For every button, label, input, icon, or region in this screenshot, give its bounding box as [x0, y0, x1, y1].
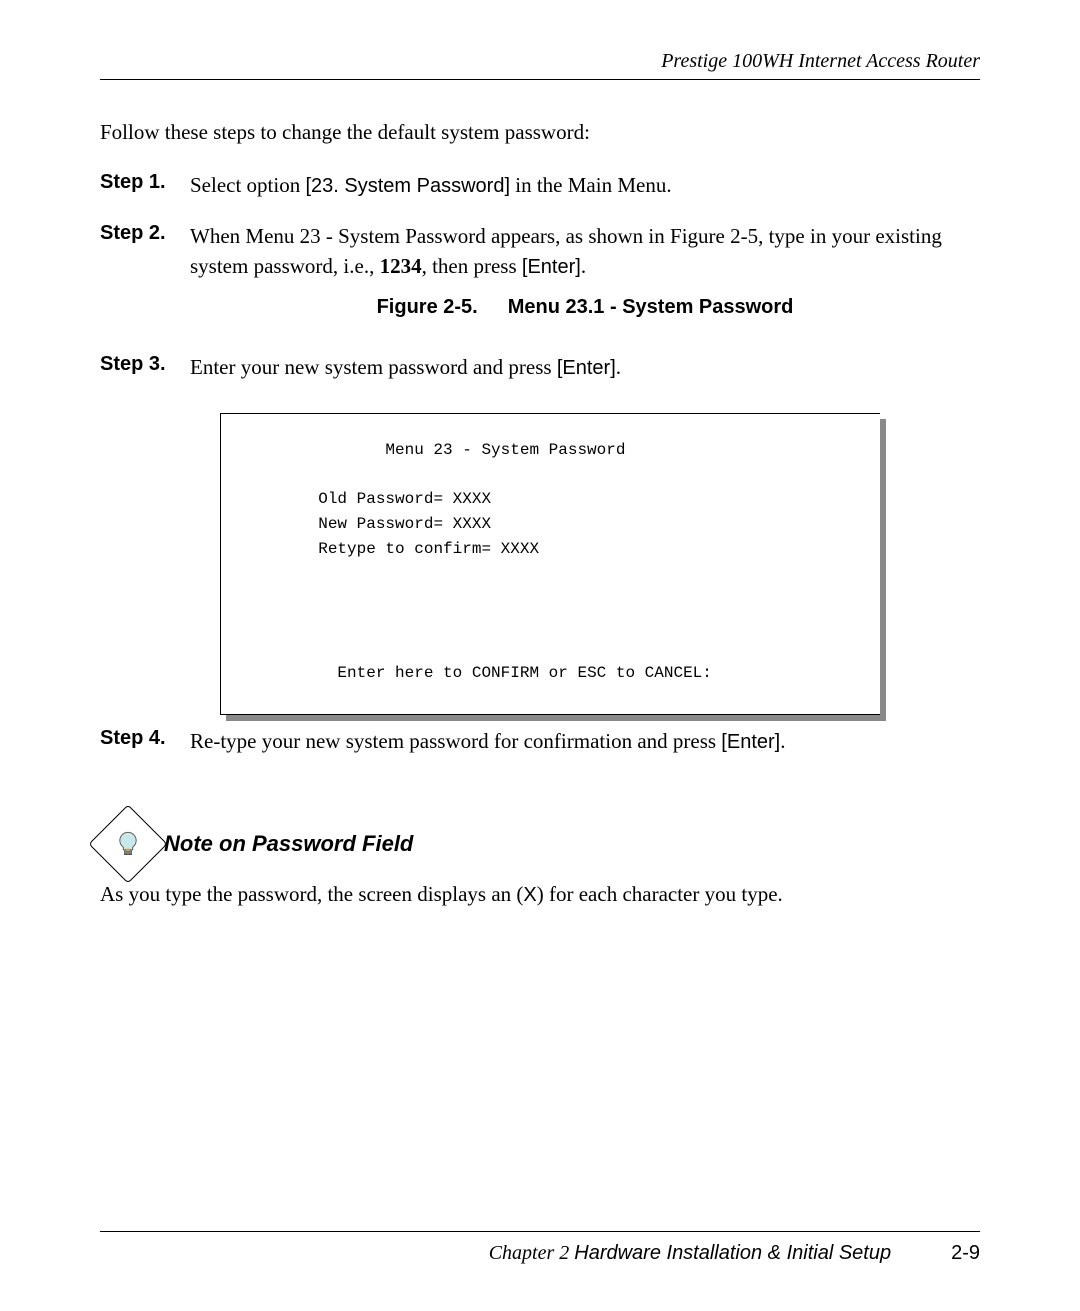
- step-body: Enter your new system password and press…: [190, 353, 980, 382]
- step-body: Re-type your new system password for con…: [190, 727, 980, 756]
- step-label: Step 2.: [100, 222, 190, 245]
- step-1: Step 1. Select option [23. System Passwo…: [100, 171, 980, 200]
- step-4: Step 4. Re-type your new system password…: [100, 727, 980, 756]
- step-3: Step 3. Enter your new system password a…: [100, 353, 980, 382]
- step-label: Step 3.: [100, 353, 190, 376]
- header-title: Prestige 100WH Internet Access Router: [661, 50, 980, 72]
- terminal-screen: Menu 23 - System Password Old Password= …: [220, 413, 880, 715]
- note-title: Note on Password Field: [164, 831, 413, 857]
- enter-key: [Enter]: [522, 256, 581, 278]
- step-body: Select option [23. System Password] in t…: [190, 171, 980, 200]
- terminal-old-password: Old Password= XXXX: [318, 490, 491, 508]
- note-text: As you type the password, the screen dis…: [100, 882, 980, 907]
- note-header: Note on Password Field: [100, 816, 980, 872]
- enter-key: [Enter]: [721, 731, 780, 753]
- figure-number: Figure 2-5.: [377, 296, 478, 318]
- page-footer: Chapter 2 Hardware Installation & Initia…: [100, 1231, 980, 1265]
- terminal-retype: Retype to confirm= XXXX: [318, 540, 539, 558]
- terminal-prompt: Enter here to CONFIRM or ESC to CANCEL:: [337, 664, 711, 682]
- figure-title: Menu 23.1 - System Password: [508, 296, 794, 318]
- x-char: X: [523, 884, 536, 906]
- footer-chapter-title: Hardware Installation & Initial Setup: [574, 1242, 891, 1264]
- enter-key: [Enter]: [557, 357, 616, 379]
- terminal-title: Menu 23 - System Password: [385, 441, 625, 459]
- intro-text: Follow these steps to change the default…: [100, 120, 980, 145]
- step-label: Step 4.: [100, 727, 190, 750]
- lightbulb-icon: [88, 804, 167, 883]
- bulb-svg: [114, 830, 142, 858]
- step-body: When Menu 23 - System Password appears, …: [190, 222, 980, 331]
- step-label: Step 1.: [100, 171, 190, 194]
- page-header: Prestige 100WH Internet Access Router: [100, 50, 980, 80]
- figure-caption: Figure 2-5. Menu 23.1 - System Password: [190, 293, 980, 321]
- step-2: Step 2. When Menu 23 - System Password a…: [100, 222, 980, 331]
- menu-option: [23. System Password]: [305, 175, 510, 197]
- terminal-new-password: New Password= XXXX: [318, 515, 491, 533]
- default-password: 1234: [380, 254, 422, 278]
- terminal-figure: Menu 23 - System Password Old Password= …: [220, 413, 880, 715]
- page-number: 2-9: [951, 1242, 980, 1264]
- footer-chapter-label: Chapter 2: [489, 1242, 575, 1264]
